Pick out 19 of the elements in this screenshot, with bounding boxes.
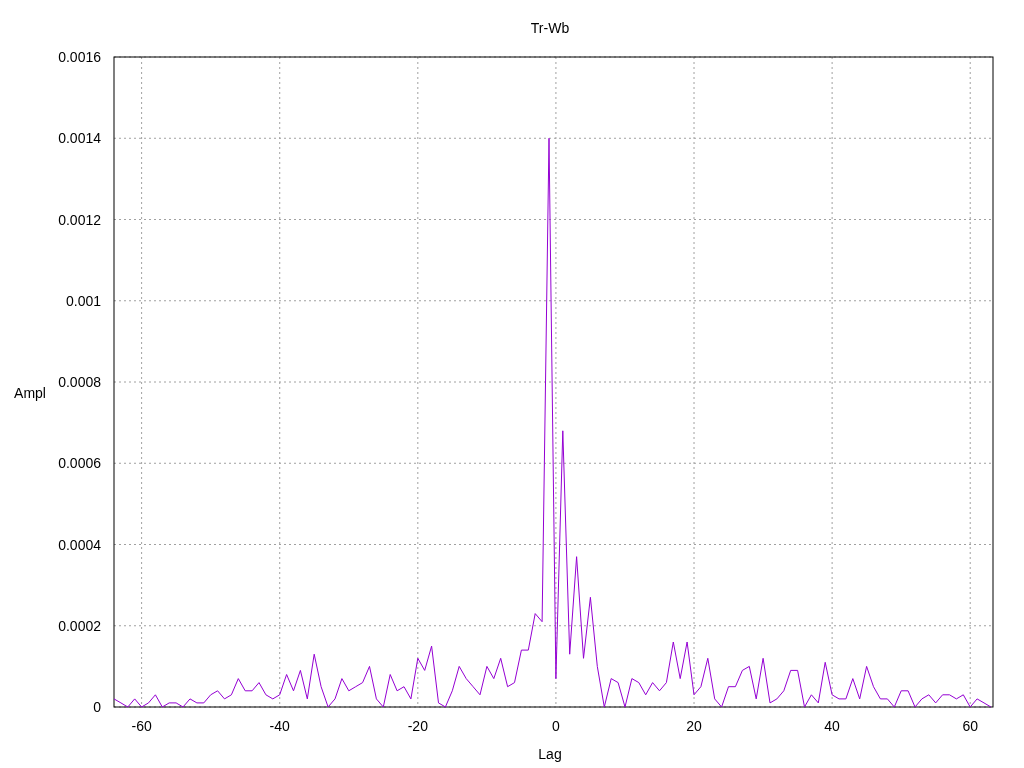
y-tick-label: 0.0014 xyxy=(58,130,101,147)
x-tick-label: 40 xyxy=(824,718,840,734)
y-tick-label: 0.0004 xyxy=(58,536,101,553)
y-tick-label: 0.0016 xyxy=(58,49,101,65)
x-tick-label: -40 xyxy=(269,718,290,734)
y-tick-label: 0 xyxy=(93,699,101,715)
x-tick-label: 20 xyxy=(686,718,702,734)
y-tick-label: 0.0008 xyxy=(58,374,101,390)
y-tick-label: 0.001 xyxy=(65,292,101,309)
x-tick-label: 60 xyxy=(962,718,978,734)
chart-title: Tr-Wb xyxy=(530,20,570,36)
x-tick-label: -20 xyxy=(407,718,428,734)
x-tick-label: 0 xyxy=(552,718,560,734)
y-tick-label: 0.0006 xyxy=(58,455,101,472)
y-axis-label: Ampl xyxy=(14,385,46,401)
y-tick-label: 0.0002 xyxy=(58,617,101,634)
x-axis-label: Lag xyxy=(538,746,562,762)
y-tick-label: 0.0012 xyxy=(58,211,101,228)
x-tick-label: -60 xyxy=(131,718,152,734)
